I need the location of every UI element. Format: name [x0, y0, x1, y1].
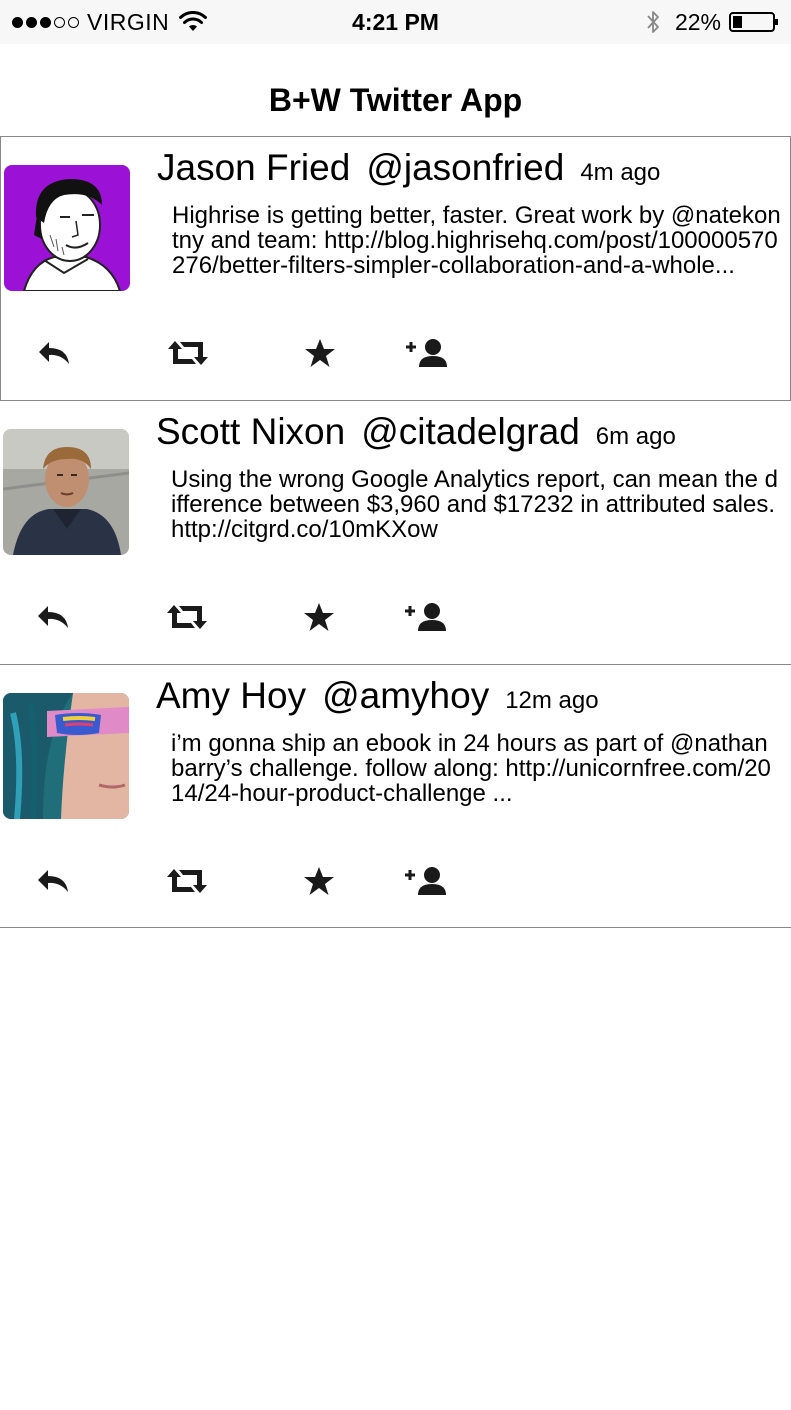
avatar[interactable] [3, 693, 129, 819]
bluetooth-icon [647, 11, 659, 33]
tweet-author-handle[interactable]: @amyhoy [322, 675, 489, 717]
favorite-icon [305, 339, 335, 367]
tweet-item[interactable]: Jason Fried @jasonfried 4m ago Highrise … [0, 136, 791, 400]
follow-button[interactable] [401, 333, 453, 373]
tweet-text: Using the wrong Google Analytics report,… [171, 466, 779, 543]
avatar-image [4, 165, 130, 291]
favorite-button[interactable] [300, 861, 338, 901]
status-bar-right: 22% [645, 8, 779, 36]
tweet-author-name[interactable]: Jason Fried [157, 147, 350, 189]
tweet-header: Jason Fried @jasonfried 4m ago [157, 147, 660, 189]
tweet-author-name[interactable]: Amy Hoy [156, 675, 306, 717]
follow-icon [405, 603, 446, 631]
tweet-timestamp: 12m ago [505, 687, 599, 714]
retweet-button[interactable] [164, 597, 210, 637]
retweet-icon [167, 869, 207, 893]
favorite-button[interactable] [300, 597, 338, 637]
tweet-actions [0, 861, 500, 901]
reply-icon [38, 870, 68, 892]
reply-icon [38, 606, 68, 628]
retweet-button[interactable] [164, 861, 210, 901]
favorite-button[interactable] [301, 333, 339, 373]
avatar-image [3, 429, 129, 555]
battery-percent: 22% [674, 8, 721, 35]
favorite-icon [304, 867, 334, 895]
tweet-item[interactable]: Scott Nixon @citadelgrad 6m ago Using th… [0, 400, 791, 664]
avatar[interactable] [3, 429, 129, 555]
tweet-actions [1, 333, 501, 373]
retweet-icon [167, 605, 207, 629]
tweet-list: Jason Fried @jasonfried 4m ago Highrise … [0, 136, 791, 928]
tweet-timestamp: 6m ago [595, 423, 676, 450]
tweet-text: i’m gonna ship an ebook in 24 hours as p… [171, 730, 771, 807]
retweet-button[interactable] [165, 333, 211, 373]
battery-icon [729, 12, 778, 32]
page-title: B+W Twitter App [268, 82, 523, 118]
tweet-author-handle[interactable]: @citadelgrad [361, 411, 580, 453]
tweet-actions [0, 597, 500, 637]
follow-button[interactable] [400, 861, 452, 901]
follow-button[interactable] [400, 597, 452, 637]
retweet-icon [168, 341, 208, 365]
favorite-icon [304, 603, 334, 631]
avatar[interactable] [4, 165, 130, 291]
tweet-text: Highrise is getting better, faster. Grea… [172, 202, 781, 279]
status-bar: VIRGIN 4:21 PM 22% [0, 0, 791, 44]
tweet-author-name[interactable]: Scott Nixon [156, 411, 345, 453]
follow-icon [406, 339, 447, 367]
tweet-item[interactable]: Amy Hoy @amyhoy 12m ago i’m gonna ship a… [0, 664, 791, 928]
reply-button[interactable] [34, 333, 74, 373]
tweet-header: Amy Hoy @amyhoy 12m ago [156, 675, 599, 717]
follow-icon [405, 867, 446, 895]
tweet-header: Scott Nixon @citadelgrad 6m ago [156, 411, 676, 453]
reply-button[interactable] [33, 597, 73, 637]
app-header: B+W Twitter App [0, 44, 791, 136]
reply-button[interactable] [33, 861, 73, 901]
avatar-image [3, 693, 129, 819]
tweet-author-handle[interactable]: @jasonfried [366, 147, 564, 189]
tweet-timestamp: 4m ago [580, 159, 661, 186]
reply-icon [39, 342, 69, 364]
